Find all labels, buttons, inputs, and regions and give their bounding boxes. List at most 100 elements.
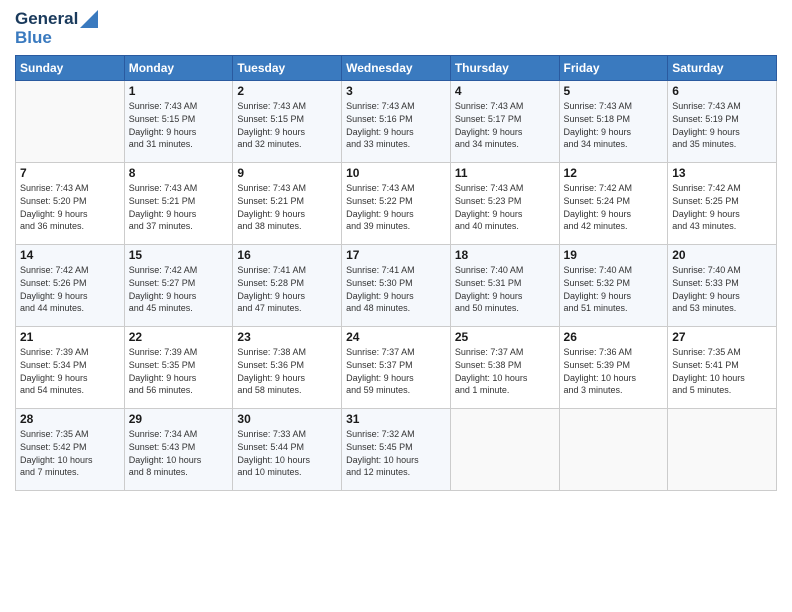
day-number: 17: [346, 248, 446, 262]
day-number: 21: [20, 330, 120, 344]
calendar-cell: [16, 81, 125, 163]
calendar-cell: 3 Sunrise: 7:43 AM Sunset: 5:16 PM Daylig…: [342, 81, 451, 163]
day-info: Sunrise: 7:32 AM Sunset: 5:45 PM Dayligh…: [346, 428, 446, 478]
day-info: Sunrise: 7:39 AM Sunset: 5:35 PM Dayligh…: [129, 346, 229, 396]
day-number: 18: [455, 248, 555, 262]
calendar-cell: 22 Sunrise: 7:39 AM Sunset: 5:35 PM Dayli…: [124, 327, 233, 409]
day-number: 11: [455, 166, 555, 180]
calendar-cell: 26 Sunrise: 7:36 AM Sunset: 5:39 PM Dayli…: [559, 327, 668, 409]
day-number: 15: [129, 248, 229, 262]
calendar-cell: [668, 409, 777, 491]
day-info: Sunrise: 7:35 AM Sunset: 5:41 PM Dayligh…: [672, 346, 772, 396]
day-info: Sunrise: 7:41 AM Sunset: 5:28 PM Dayligh…: [237, 264, 337, 314]
day-number: 1: [129, 84, 229, 98]
day-info: Sunrise: 7:43 AM Sunset: 5:18 PM Dayligh…: [564, 100, 664, 150]
calendar-cell: 30Sunrise: 7:33 AM Sunset: 5:44 PM Dayli…: [233, 409, 342, 491]
calendar-cell: 25 Sunrise: 7:37 AM Sunset: 5:38 PM Dayli…: [450, 327, 559, 409]
day-info: Sunrise: 7:43 AM Sunset: 5:21 PM Dayligh…: [237, 182, 337, 232]
calendar-cell: 27Sunrise: 7:35 AM Sunset: 5:41 PM Dayli…: [668, 327, 777, 409]
day-number: 28: [20, 412, 120, 426]
day-info: Sunrise: 7:37 AM Sunset: 5:38 PM Dayligh…: [455, 346, 555, 396]
day-info: Sunrise: 7:36 AM Sunset: 5:39 PM Dayligh…: [564, 346, 664, 396]
weekday-header-friday: Friday: [559, 56, 668, 81]
calendar-cell: 10Sunrise: 7:43 AM Sunset: 5:22 PM Dayli…: [342, 163, 451, 245]
calendar-cell: 7Sunrise: 7:43 AM Sunset: 5:20 PM Daylig…: [16, 163, 125, 245]
page-header: General Blue: [15, 10, 777, 47]
calendar-cell: 14 Sunrise: 7:42 AM Sunset: 5:26 PM Dayli…: [16, 245, 125, 327]
day-number: 4: [455, 84, 555, 98]
day-info: Sunrise: 7:40 AM Sunset: 5:31 PM Dayligh…: [455, 264, 555, 314]
day-info: Sunrise: 7:43 AM Sunset: 5:21 PM Dayligh…: [129, 182, 229, 232]
calendar-cell: 9 Sunrise: 7:43 AM Sunset: 5:21 PM Daylig…: [233, 163, 342, 245]
weekday-header-row: SundayMondayTuesdayWednesdayThursdayFrid…: [16, 56, 777, 81]
day-number: 9: [237, 166, 337, 180]
calendar-week-row: 14 Sunrise: 7:42 AM Sunset: 5:26 PM Dayli…: [16, 245, 777, 327]
calendar-cell: 20 Sunrise: 7:40 AM Sunset: 5:33 PM Dayli…: [668, 245, 777, 327]
day-info: Sunrise: 7:38 AM Sunset: 5:36 PM Dayligh…: [237, 346, 337, 396]
day-number: 25: [455, 330, 555, 344]
day-number: 26: [564, 330, 664, 344]
day-number: 23: [237, 330, 337, 344]
logo-triangle-icon: [80, 10, 98, 28]
day-info: Sunrise: 7:43 AM Sunset: 5:20 PM Dayligh…: [20, 182, 120, 232]
calendar-week-row: 1 Sunrise: 7:43 AM Sunset: 5:15 PM Daylig…: [16, 81, 777, 163]
weekday-header-sunday: Sunday: [16, 56, 125, 81]
day-info: Sunrise: 7:33 AM Sunset: 5:44 PM Dayligh…: [237, 428, 337, 478]
calendar-week-row: 7Sunrise: 7:43 AM Sunset: 5:20 PM Daylig…: [16, 163, 777, 245]
day-number: 13: [672, 166, 772, 180]
weekday-header-monday: Monday: [124, 56, 233, 81]
day-info: Sunrise: 7:43 AM Sunset: 5:15 PM Dayligh…: [129, 100, 229, 150]
day-info: Sunrise: 7:34 AM Sunset: 5:43 PM Dayligh…: [129, 428, 229, 478]
calendar-cell: [559, 409, 668, 491]
calendar-cell: 1 Sunrise: 7:43 AM Sunset: 5:15 PM Daylig…: [124, 81, 233, 163]
calendar-cell: 24 Sunrise: 7:37 AM Sunset: 5:37 PM Dayli…: [342, 327, 451, 409]
calendar-cell: 2Sunrise: 7:43 AM Sunset: 5:15 PM Daylig…: [233, 81, 342, 163]
day-number: 22: [129, 330, 229, 344]
day-info: Sunrise: 7:41 AM Sunset: 5:30 PM Dayligh…: [346, 264, 446, 314]
day-info: Sunrise: 7:42 AM Sunset: 5:27 PM Dayligh…: [129, 264, 229, 314]
weekday-header-thursday: Thursday: [450, 56, 559, 81]
day-info: Sunrise: 7:43 AM Sunset: 5:17 PM Dayligh…: [455, 100, 555, 150]
day-info: Sunrise: 7:39 AM Sunset: 5:34 PM Dayligh…: [20, 346, 120, 396]
day-info: Sunrise: 7:40 AM Sunset: 5:32 PM Dayligh…: [564, 264, 664, 314]
weekday-header-wednesday: Wednesday: [342, 56, 451, 81]
day-number: 6: [672, 84, 772, 98]
calendar-cell: 5 Sunrise: 7:43 AM Sunset: 5:18 PM Daylig…: [559, 81, 668, 163]
day-info: Sunrise: 7:35 AM Sunset: 5:42 PM Dayligh…: [20, 428, 120, 478]
day-number: 3: [346, 84, 446, 98]
day-info: Sunrise: 7:40 AM Sunset: 5:33 PM Dayligh…: [672, 264, 772, 314]
logo: General Blue: [15, 10, 98, 47]
calendar-cell: 18 Sunrise: 7:40 AM Sunset: 5:31 PM Dayli…: [450, 245, 559, 327]
calendar-cell: 11Sunrise: 7:43 AM Sunset: 5:23 PM Dayli…: [450, 163, 559, 245]
day-number: 5: [564, 84, 664, 98]
calendar-cell: 6 Sunrise: 7:43 AM Sunset: 5:19 PM Daylig…: [668, 81, 777, 163]
calendar-cell: 12Sunrise: 7:42 AM Sunset: 5:24 PM Dayli…: [559, 163, 668, 245]
calendar-cell: 17 Sunrise: 7:41 AM Sunset: 5:30 PM Dayli…: [342, 245, 451, 327]
calendar-cell: 4 Sunrise: 7:43 AM Sunset: 5:17 PM Daylig…: [450, 81, 559, 163]
day-number: 8: [129, 166, 229, 180]
weekday-header-saturday: Saturday: [668, 56, 777, 81]
day-info: Sunrise: 7:43 AM Sunset: 5:19 PM Dayligh…: [672, 100, 772, 150]
day-number: 10: [346, 166, 446, 180]
calendar-cell: 23 Sunrise: 7:38 AM Sunset: 5:36 PM Dayli…: [233, 327, 342, 409]
day-number: 16: [237, 248, 337, 262]
page-container: General Blue SundayMondayTuesdayWednesda…: [0, 0, 792, 496]
calendar-cell: 29 Sunrise: 7:34 AM Sunset: 5:43 PM Dayli…: [124, 409, 233, 491]
day-info: Sunrise: 7:42 AM Sunset: 5:26 PM Dayligh…: [20, 264, 120, 314]
day-number: 31: [346, 412, 446, 426]
day-info: Sunrise: 7:37 AM Sunset: 5:37 PM Dayligh…: [346, 346, 446, 396]
day-info: Sunrise: 7:43 AM Sunset: 5:16 PM Dayligh…: [346, 100, 446, 150]
day-number: 19: [564, 248, 664, 262]
day-number: 29: [129, 412, 229, 426]
day-number: 20: [672, 248, 772, 262]
calendar-cell: 21 Sunrise: 7:39 AM Sunset: 5:34 PM Dayli…: [16, 327, 125, 409]
day-info: Sunrise: 7:42 AM Sunset: 5:25 PM Dayligh…: [672, 182, 772, 232]
day-number: 24: [346, 330, 446, 344]
calendar-cell: 19 Sunrise: 7:40 AM Sunset: 5:32 PM Dayli…: [559, 245, 668, 327]
calendar-cell: [450, 409, 559, 491]
day-info: Sunrise: 7:42 AM Sunset: 5:24 PM Dayligh…: [564, 182, 664, 232]
logo-blue: Blue: [15, 29, 52, 48]
day-number: 14: [20, 248, 120, 262]
calendar-cell: 31 Sunrise: 7:32 AM Sunset: 5:45 PM Dayli…: [342, 409, 451, 491]
logo-text-block: General Blue: [15, 10, 98, 47]
